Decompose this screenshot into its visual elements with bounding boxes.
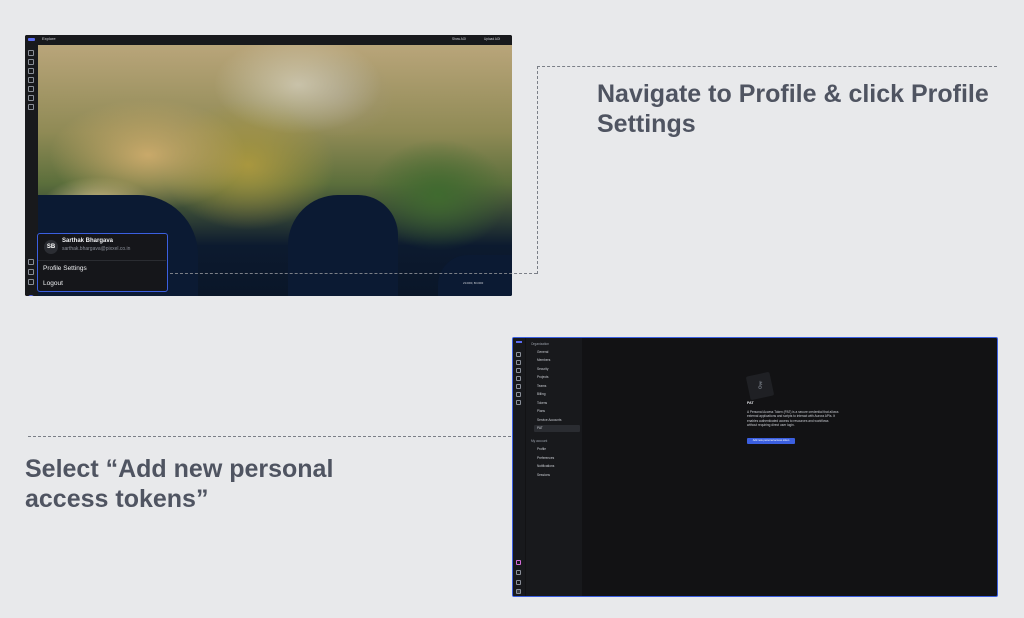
coordinate-readout: 23.0000, 80.0000 <box>463 282 484 285</box>
step-caption-1: Navigate to Profile & click Profile Sett… <box>597 80 989 138</box>
help-icon[interactable] <box>28 259 34 265</box>
nav-item-projects[interactable]: Projects <box>537 375 549 379</box>
avatar: SB <box>44 240 58 254</box>
orders-icon[interactable] <box>28 77 34 83</box>
step-caption-2: Select “Add new personal access tokens” <box>25 455 334 513</box>
connector-line <box>537 66 997 67</box>
key-icon: ⚷ <box>756 380 764 391</box>
profile-settings-menu-item[interactable]: Profile Settings <box>43 265 87 272</box>
nav-item-tokens[interactable]: Tokens <box>537 401 547 405</box>
compass-icon[interactable] <box>28 50 34 56</box>
bay-of-bengal <box>288 195 398 296</box>
page-title: Explore <box>42 36 56 41</box>
bell-icon[interactable] <box>516 570 521 575</box>
catalog-icon[interactable] <box>28 86 34 92</box>
nav-item-members[interactable]: Members <box>537 358 550 362</box>
user-email: sarthak.bhargava@pixxel.co.in <box>62 246 131 252</box>
south-china-sea <box>438 255 512 296</box>
user-name: Sarthak Bhargava <box>62 238 114 244</box>
help-icon[interactable] <box>516 560 521 565</box>
popup-divider <box>38 260 166 261</box>
nav-item-profile[interactable]: Profile <box>537 447 546 451</box>
pat-description: A Personal Access Token (PAT) is a secur… <box>747 410 839 428</box>
avatar[interactable] <box>516 589 521 594</box>
grid-icon[interactable] <box>28 104 34 110</box>
show-aoi-button[interactable]: Show AOI <box>452 37 466 41</box>
workflow-icon[interactable] <box>28 95 34 101</box>
settings-window: Organization General Members Security Pr… <box>512 337 998 597</box>
upload-aoi-button[interactable]: Upload AOI <box>484 37 500 41</box>
nav-item-sessions[interactable]: Sessions <box>537 473 550 477</box>
compass-icon[interactable] <box>516 352 521 357</box>
tasking-icon[interactable] <box>28 68 34 74</box>
nav-item-preferences[interactable]: Preferences <box>537 456 554 460</box>
settings-nav: Organization General Members Security Pr… <box>526 338 582 596</box>
connector-line <box>537 66 538 274</box>
nav-item-notifications[interactable]: Notifications <box>537 464 554 468</box>
nav-item-security[interactable]: Security <box>537 367 549 371</box>
logout-menu-item[interactable]: Logout <box>43 280 63 287</box>
settings-icon[interactable] <box>28 279 34 285</box>
app-logo[interactable] <box>28 38 35 41</box>
profile-popup: SB Sarthak Bhargava sarthak.bhargava@pix… <box>37 233 168 292</box>
nav-item-service-accounts[interactable]: Service Accounts <box>537 418 561 422</box>
add-pat-button[interactable]: Add new personal access token <box>747 438 795 444</box>
pat-title: PAT <box>747 401 754 405</box>
nav-item-plans[interactable]: Plans <box>537 409 545 413</box>
nav-item-billing[interactable]: Billing <box>537 392 546 396</box>
grid-icon[interactable] <box>516 400 521 405</box>
tasking-icon[interactable] <box>516 368 521 373</box>
workflow-icon[interactable] <box>516 392 521 397</box>
explore-topbar: Explore Show AOI Upload AOI <box>25 35 512 45</box>
connector-line <box>170 273 537 274</box>
orders-icon[interactable] <box>516 376 521 381</box>
nav-item-pat[interactable]: PAT <box>537 426 543 430</box>
left-rail <box>513 338 525 596</box>
settings-icon[interactable] <box>516 580 521 585</box>
nav-item-teams[interactable]: Teams <box>537 384 546 388</box>
account-section-header: My account <box>531 439 548 443</box>
app-logo[interactable] <box>516 341 522 343</box>
catalog-icon[interactable] <box>516 384 521 389</box>
avatar[interactable]: SB <box>27 295 35 296</box>
org-section-header: Organization <box>531 342 550 346</box>
nav-item-general[interactable]: General <box>537 350 548 354</box>
layers-icon[interactable] <box>28 59 34 65</box>
bell-icon[interactable] <box>28 269 34 275</box>
layers-icon[interactable] <box>516 360 521 365</box>
